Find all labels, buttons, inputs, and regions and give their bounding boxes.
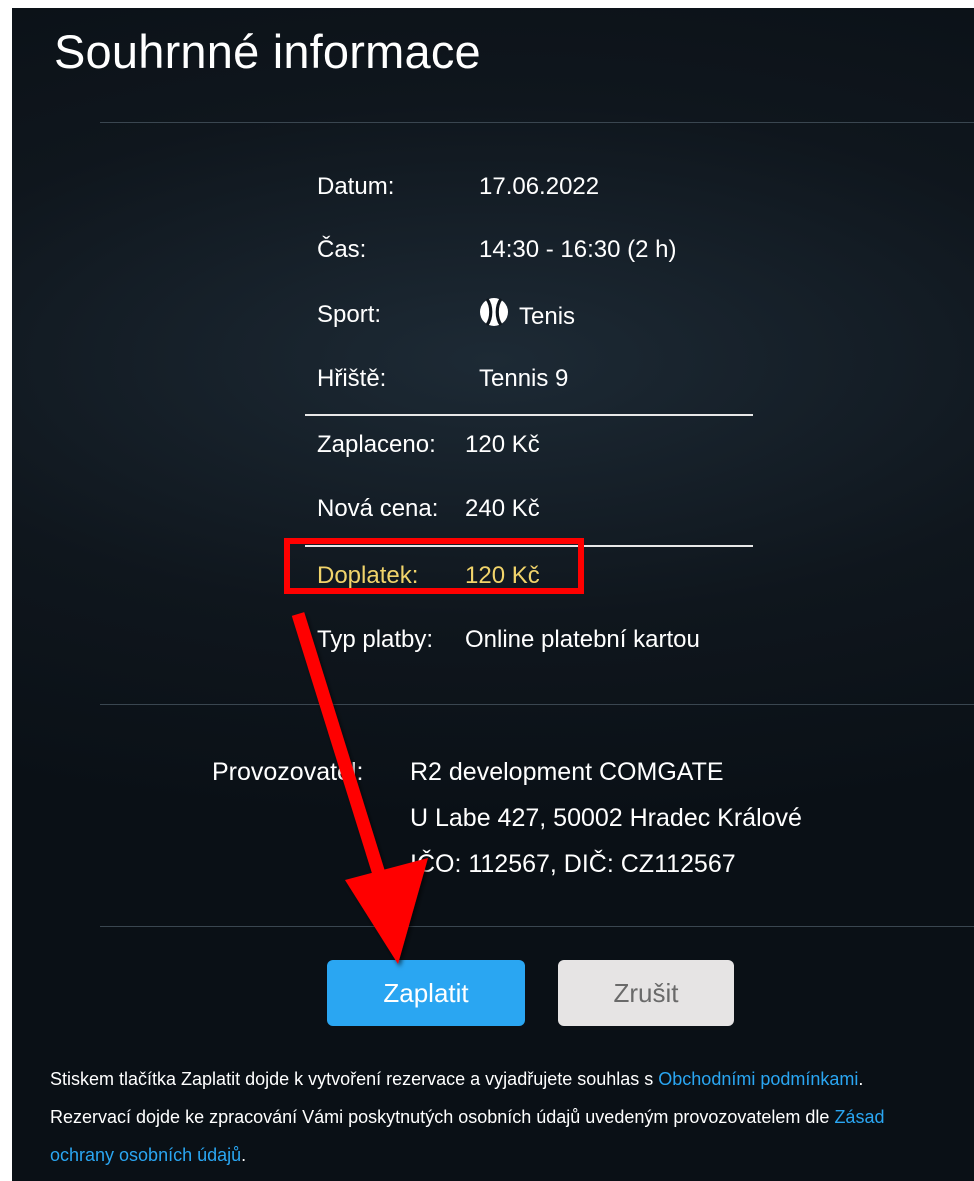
annotation-arrow-icon xyxy=(291,612,428,964)
